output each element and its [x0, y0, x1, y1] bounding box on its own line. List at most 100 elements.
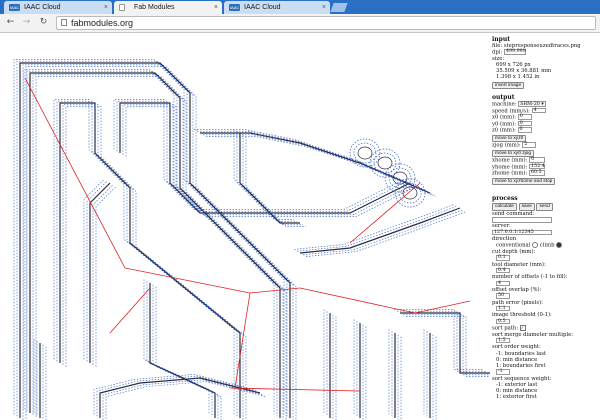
- toolpath-line: [332, 314, 434, 420]
- trace-offset-path: [400, 312, 490, 374]
- zhome-field[interactable]: 60.5: [528, 170, 545, 176]
- trace-offset-path: [332, 314, 434, 420]
- xhome-label: xhome (mm):: [492, 157, 528, 164]
- send-command-field[interactable]: [492, 217, 552, 223]
- trace-offset-path: [335, 316, 437, 420]
- address-bar[interactable]: fabmodules.org: [56, 16, 596, 30]
- speed-field[interactable]: 4: [531, 107, 546, 114]
- conventional-label: conventional: [496, 242, 531, 249]
- close-tab-icon[interactable]: ×: [322, 1, 326, 14]
- toolpath-line: [403, 314, 490, 376]
- trace-offset-path: [92, 184, 114, 365]
- trace-offset-path: [122, 104, 414, 216]
- trace-offset-path: [152, 284, 219, 420]
- process-section: process calculate save send send command…: [492, 195, 598, 401]
- calculate-button[interactable]: calculate: [492, 203, 517, 211]
- tab-fab-modules[interactable]: Fab Modules ×: [114, 1, 222, 14]
- document-icon: [119, 4, 125, 11]
- close-tab-icon[interactable]: ×: [214, 1, 218, 14]
- zjog-field[interactable]: 2: [522, 142, 537, 148]
- threshold-field[interactable]: 0.5: [496, 318, 510, 324]
- toolpath-line: [29, 72, 281, 418]
- z0-label: z0 (mm):: [492, 127, 516, 134]
- sequence-item: 1: exterior first: [496, 394, 537, 401]
- trace-offset-path: [29, 72, 281, 418]
- trace-offset-path: [329, 313, 431, 418]
- x0-field[interactable]: 0: [517, 114, 532, 120]
- trace-offset-path: [56, 100, 238, 417]
- zjog-label: zjog (mm):: [492, 142, 521, 149]
- page-icon: [61, 19, 67, 26]
- server-field[interactable]: 127.0.0.1:12345: [492, 229, 552, 236]
- toolpath-line: [203, 134, 434, 196]
- toolpath-line: [83, 179, 105, 360]
- trace-offset-path: [32, 74, 284, 420]
- toolpath-canvas[interactable]: [0, 33, 490, 420]
- offsets-field[interactable]: 4: [496, 280, 510, 287]
- toolpath-line: [89, 182, 111, 363]
- toolpath-line: [113, 99, 405, 210]
- toolpath-line: [116, 100, 408, 212]
- cut-depth-field[interactable]: 0.1: [496, 255, 510, 261]
- toolpath-line: [56, 100, 238, 417]
- save-button[interactable]: save: [518, 203, 535, 211]
- trace-offset-path: [397, 310, 487, 372]
- tab-iaac-cloud-1[interactable]: IAAC IAAC Cloud ×: [4, 1, 112, 14]
- yhome-field[interactable]: 152.4: [529, 163, 546, 170]
- new-tab-button[interactable]: [330, 3, 348, 12]
- order-field[interactable]: -1: [496, 369, 510, 375]
- dpi-field[interactable]: 499.999: [503, 49, 526, 55]
- reload-icon[interactable]: ↻: [37, 16, 50, 29]
- pad-outline: [357, 146, 373, 160]
- machine-value: SRM-20: [520, 102, 540, 108]
- toolpath-line: [335, 316, 437, 420]
- toolpath-line: [326, 311, 428, 417]
- yhome-label: yhome (mm):: [492, 164, 528, 171]
- machine-label: machine:: [492, 101, 517, 108]
- move-to-xyz0-button[interactable]: move to xyz0: [492, 134, 527, 143]
- trace-offset-path: [326, 311, 428, 417]
- control-panel: input file: stepresponseuzedtraces.png d…: [490, 33, 600, 420]
- trace-offset-path: [406, 316, 490, 377]
- trace-offset-path: [23, 69, 275, 415]
- z0-field[interactable]: 0: [517, 127, 532, 133]
- trace-offset-path: [25, 66, 297, 420]
- toolpath-line: [122, 104, 414, 216]
- dpi-label: dpi:: [492, 49, 503, 56]
- toolpath-line: [95, 186, 117, 367]
- toolpath-line: [406, 316, 490, 377]
- overlap-field[interactable]: 50: [496, 293, 510, 299]
- trace-offset-path: [197, 130, 428, 192]
- move-to-home-button[interactable]: move to xyzhome and stop: [492, 177, 556, 186]
- toolpath-line: [119, 102, 411, 214]
- climb-radio[interactable]: [556, 242, 563, 249]
- path-error-field[interactable]: 1.1: [496, 305, 510, 312]
- tab-title: Fab Modules: [134, 4, 175, 11]
- trace-offset-path: [403, 314, 490, 376]
- sort-path-checkbox[interactable]: ✓: [519, 324, 526, 331]
- y0-label: y0 (mm):: [492, 121, 517, 128]
- conventional-radio[interactable]: [532, 242, 539, 249]
- machine-select[interactable]: SRM-20 ▾: [518, 101, 546, 108]
- browser-toolbar: ← → ↻ fabmodules.org: [0, 14, 600, 33]
- toolpath-line: [149, 283, 216, 418]
- tool-diameter-field[interactable]: 0.4: [496, 267, 510, 274]
- close-tab-icon[interactable]: ×: [104, 1, 108, 14]
- toolpath-line: [23, 69, 275, 415]
- trace-offset-path: [116, 100, 408, 212]
- back-arrow-icon[interactable]: ←: [4, 16, 17, 29]
- toolpath-line: [400, 312, 490, 374]
- y0-field[interactable]: 0: [517, 120, 532, 127]
- move-to-xy0-zjog-button[interactable]: move to xy0 zjog: [492, 149, 534, 158]
- trace-offset-path: [89, 182, 111, 363]
- trace-offset-path: [155, 286, 222, 420]
- trace-offset-path: [203, 134, 434, 196]
- merge-field[interactable]: 1.5: [496, 337, 510, 344]
- xhome-field[interactable]: 0: [529, 157, 546, 163]
- forward-arrow-icon[interactable]: →: [20, 16, 33, 29]
- send-button[interactable]: send: [536, 203, 553, 211]
- pad-outline: [373, 152, 397, 174]
- tab-iaac-cloud-2[interactable]: IAAC IAAC Cloud ×: [224, 1, 330, 14]
- trace-offset-path: [83, 179, 105, 360]
- invert-image-button[interactable]: invert image: [492, 81, 525, 90]
